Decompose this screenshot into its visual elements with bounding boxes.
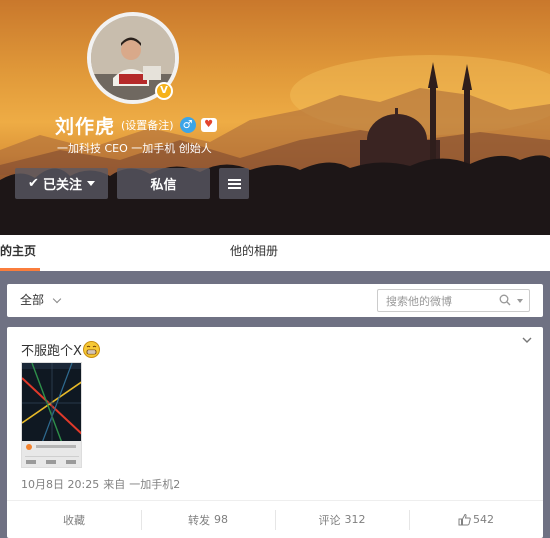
- tab-album[interactable]: 他的相册: [230, 235, 278, 271]
- post-date[interactable]: 10月8日 20:25: [21, 476, 99, 492]
- menu-icon[interactable]: [219, 168, 249, 199]
- favorite-label: 收藏: [63, 513, 85, 527]
- post-body: 不服跑个X: [21, 344, 82, 359]
- post-meta: 10月8日 20:25 来自 一加手机2: [21, 476, 180, 492]
- grin-emoji-icon: [82, 341, 100, 358]
- feed-filter-bar: 全部: [7, 284, 543, 317]
- message-button[interactable]: 私信: [117, 168, 210, 199]
- source-prefix: 来自: [103, 478, 126, 491]
- favorite-button[interactable]: 收藏: [7, 501, 141, 538]
- check-icon: ✔: [28, 176, 39, 191]
- following-button[interactable]: ✔ 已关注: [15, 168, 108, 199]
- filter-all-dropdown[interactable]: 全部: [20, 284, 62, 317]
- set-remark-link[interactable]: (设置备注): [121, 117, 174, 133]
- male-icon: ♂: [179, 117, 196, 133]
- verified-v-icon: V: [155, 82, 173, 100]
- chevron-down-icon: [52, 294, 62, 303]
- message-label: 私信: [150, 178, 177, 193]
- post-image-thumbnail[interactable]: [21, 362, 82, 468]
- heart-badge-icon[interactable]: ♥: [200, 118, 217, 132]
- filter-all-label: 全部: [20, 293, 45, 307]
- name-row: 刘作虎 (设置备注) ♂ ♥: [55, 112, 217, 138]
- profile-bio: 一加科技 CEO 一加手机 创始人: [57, 142, 212, 155]
- profile-name: 刘作虎: [55, 115, 116, 138]
- thumbs-up-icon: [458, 513, 471, 526]
- profile-cover: V 刘作虎 (设置备注) ♂ ♥ 一加科技 CEO 一加手机 创始人 ✔ 已关注…: [0, 0, 550, 235]
- caret-down-icon[interactable]: [517, 299, 523, 303]
- post-text: 不服跑个X: [21, 340, 100, 359]
- repost-button[interactable]: 转发 98: [141, 501, 275, 538]
- comment-button[interactable]: 评论 312: [275, 501, 409, 538]
- chevron-down-icon[interactable]: [522, 335, 532, 345]
- comment-count: 312: [344, 513, 366, 526]
- weibo-post-card: 不服跑个X 10月8日 20:25 来自 一加手机2 收藏 转发 98 评论 3…: [7, 327, 543, 538]
- like-count: 542: [473, 513, 494, 526]
- caret-down-icon: [86, 181, 95, 186]
- repost-label: 转发: [188, 513, 210, 527]
- search-icon[interactable]: [499, 294, 511, 306]
- post-actions: 收藏 转发 98 评论 312 542: [7, 500, 543, 538]
- search-input[interactable]: [386, 291, 506, 312]
- tab-home[interactable]: 的主页: [0, 235, 40, 271]
- like-button[interactable]: 542: [409, 501, 543, 538]
- comment-label: 评论: [318, 513, 341, 527]
- map-screenshot-image: [22, 363, 81, 467]
- repost-count: 98: [214, 513, 228, 526]
- post-source[interactable]: 一加手机2: [129, 476, 180, 492]
- following-label: 已关注: [42, 178, 82, 193]
- search-box: [377, 289, 530, 312]
- profile-tabs: 的主页 他的相册: [0, 235, 550, 271]
